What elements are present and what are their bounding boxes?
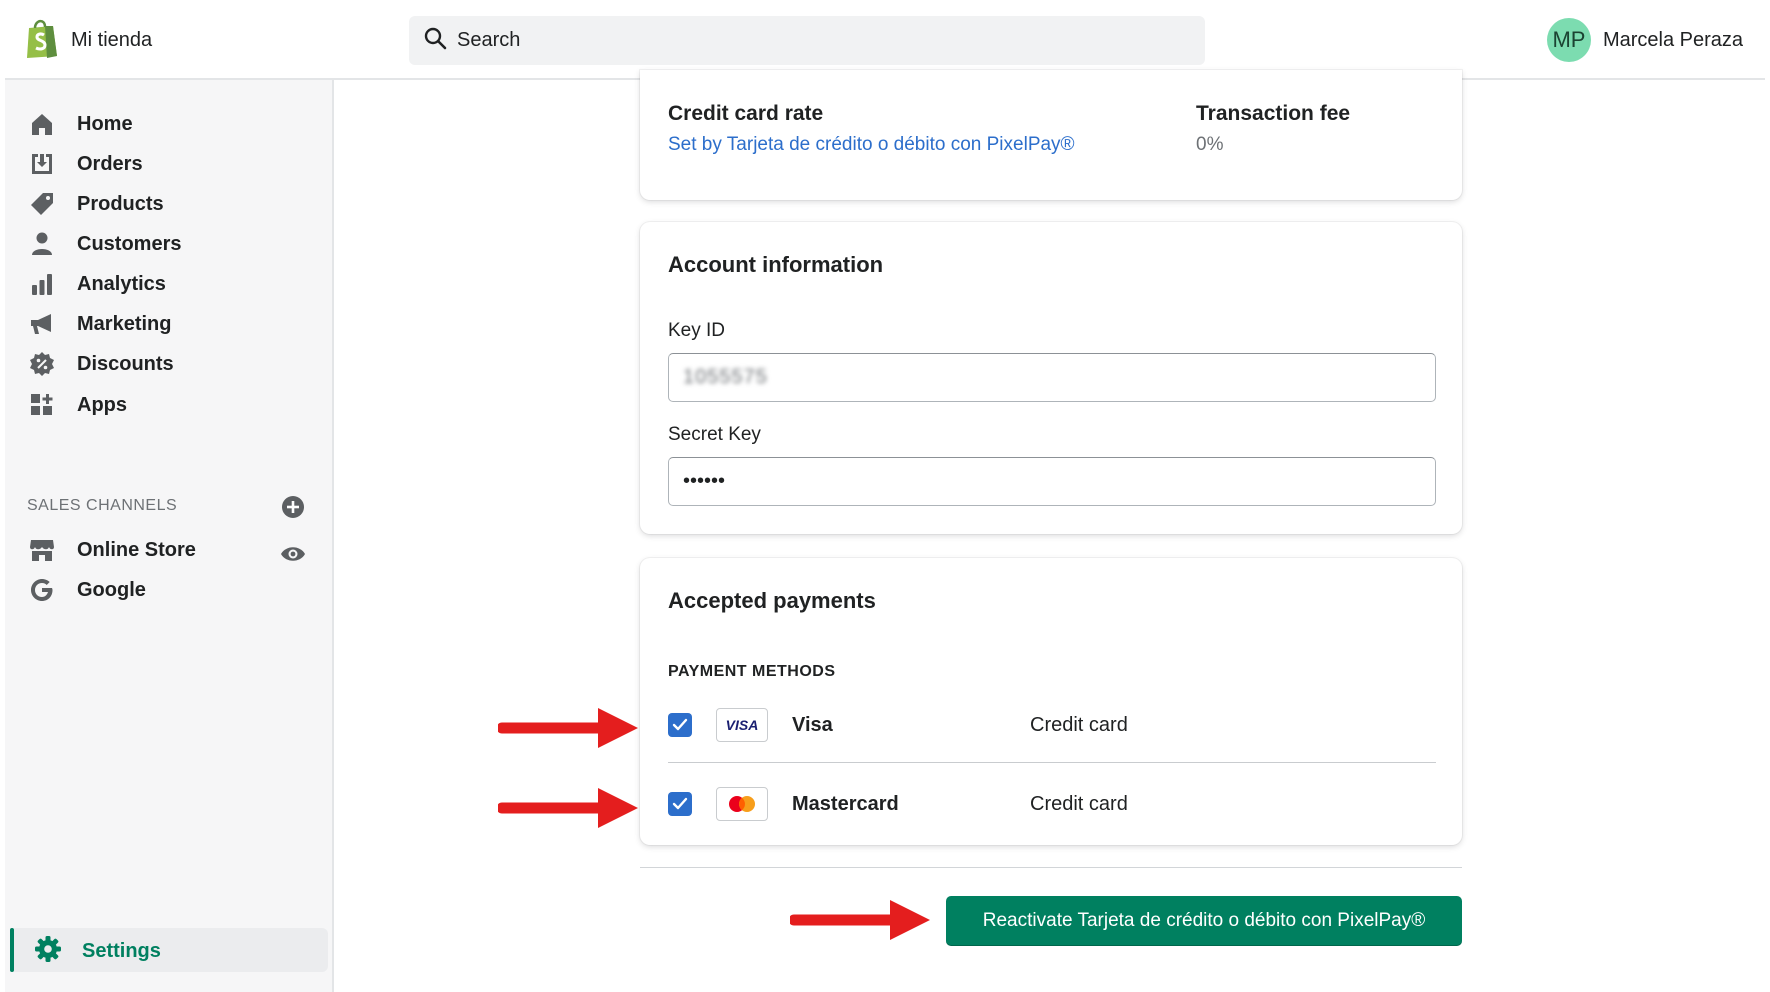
payment-method-type: Credit card (1030, 713, 1128, 736)
sidebar-item-label: Online Store (77, 538, 196, 561)
annotation-arrow-icon (498, 788, 638, 828)
google-icon (27, 575, 57, 605)
payment-method-name: Mastercard (792, 792, 899, 815)
check-icon (672, 718, 688, 731)
secret-key-input[interactable] (683, 470, 1421, 493)
sidebar-item-label: Settings (82, 940, 161, 962)
tag-icon (27, 189, 57, 219)
key-id-label: Key ID (668, 320, 726, 341)
sidebar: Home Orders Products Customers Analytics (5, 80, 334, 992)
sidebar-item-marketing[interactable]: Marketing (27, 304, 171, 344)
store-name: Mi tienda (71, 29, 153, 51)
payment-methods-heading: PAYMENT METHODS (668, 663, 836, 680)
sidebar-item-label: Analytics (77, 272, 166, 295)
discount-icon (27, 349, 57, 379)
search-bar[interactable] (409, 16, 1205, 65)
home-icon (27, 109, 57, 139)
sidebar-item-label: Orders (77, 152, 143, 175)
sidebar-item-label: Google (77, 578, 146, 601)
provider-link[interactable]: Set by Tarjeta de crédito o débito con P… (668, 134, 1075, 156)
annotation-arrow-icon (498, 708, 638, 748)
orders-icon (27, 149, 57, 179)
transaction-fee-value: 0% (1196, 134, 1224, 155)
check-icon (672, 797, 688, 810)
sidebar-item-google[interactable]: Google (27, 570, 146, 610)
card-title: Accepted payments (668, 588, 876, 613)
add-circle-icon[interactable] (280, 494, 306, 520)
sidebar-item-online-store[interactable]: Online Store (27, 530, 196, 570)
sidebar-item-orders[interactable]: Orders (27, 144, 143, 184)
sidebar-item-discounts[interactable]: Discounts (27, 344, 174, 384)
active-indicator (10, 928, 14, 972)
payment-method-row: VISA Visa Credit card (668, 703, 1436, 747)
divider (668, 762, 1436, 763)
payment-method-type: Credit card (1030, 792, 1128, 815)
sidebar-item-label: Apps (77, 393, 127, 416)
sidebar-item-settings[interactable]: Settings (10, 928, 328, 972)
sidebar-item-label: Marketing (77, 312, 172, 335)
card-title: Account information (668, 252, 884, 277)
eye-icon[interactable] (279, 540, 307, 568)
sidebar-item-products[interactable]: Products (27, 184, 164, 224)
sidebar-item-label: Home (77, 112, 133, 135)
sales-channels-heading: SALES CHANNELS (27, 497, 178, 514)
payment-method-name: Visa (792, 713, 833, 736)
megaphone-icon (27, 309, 57, 339)
account-information-card: Account information Key ID Secret Key (640, 222, 1462, 534)
mastercard-logo-icon (716, 787, 768, 821)
apps-icon (27, 390, 57, 420)
bar-chart-icon (27, 269, 57, 299)
secret-key-label: Secret Key (668, 424, 761, 445)
sidebar-item-label: Products (77, 192, 164, 215)
app-frame: Mi tienda MP Marcela Peraza Home Orders (0, 0, 1770, 992)
annotation-arrow-icon (790, 900, 930, 940)
sidebar-item-apps[interactable]: Apps (27, 385, 127, 425)
sidebar-item-home[interactable]: Home (27, 104, 133, 144)
gear-icon (34, 935, 62, 968)
secret-key-field[interactable] (668, 457, 1436, 506)
search-input[interactable] (457, 29, 1157, 52)
avatar: MP (1546, 18, 1591, 62)
visa-logo-icon: VISA (716, 708, 768, 742)
sidebar-item-label: Discounts (77, 352, 174, 375)
user-menu[interactable]: MP Marcela Peraza (1546, 18, 1743, 62)
sidebar-item-analytics[interactable]: Analytics (27, 264, 166, 304)
payment-method-row: Mastercard Credit card (668, 782, 1436, 826)
store-icon (27, 535, 57, 565)
shopify-bag-icon (25, 18, 59, 63)
user-name: Marcela Peraza (1602, 28, 1743, 51)
sidebar-item-customers[interactable]: Customers (27, 224, 181, 264)
credit-card-rate-label: Credit card rate (668, 102, 824, 125)
divider (640, 867, 1462, 868)
reactivate-button[interactable]: Reactivate Tarjeta de crédito o débito c… (946, 896, 1462, 946)
transaction-fee-label: Transaction fee (1196, 102, 1351, 125)
top-bar: Mi tienda MP Marcela Peraza (5, 0, 1765, 80)
person-icon (27, 229, 57, 259)
key-id-field[interactable] (668, 353, 1436, 402)
visa-checkbox[interactable] (668, 713, 692, 737)
key-id-input[interactable] (683, 366, 1421, 389)
search-icon (423, 26, 447, 55)
sidebar-item-label: Customers (77, 232, 182, 255)
accepted-payments-card: Accepted payments PAYMENT METHODS VISA V… (640, 558, 1462, 845)
store-brand[interactable]: Mi tienda (25, 18, 152, 63)
mastercard-checkbox[interactable] (668, 792, 692, 816)
rate-card: Credit card rate Set by Tarjeta de crédi… (640, 70, 1462, 200)
